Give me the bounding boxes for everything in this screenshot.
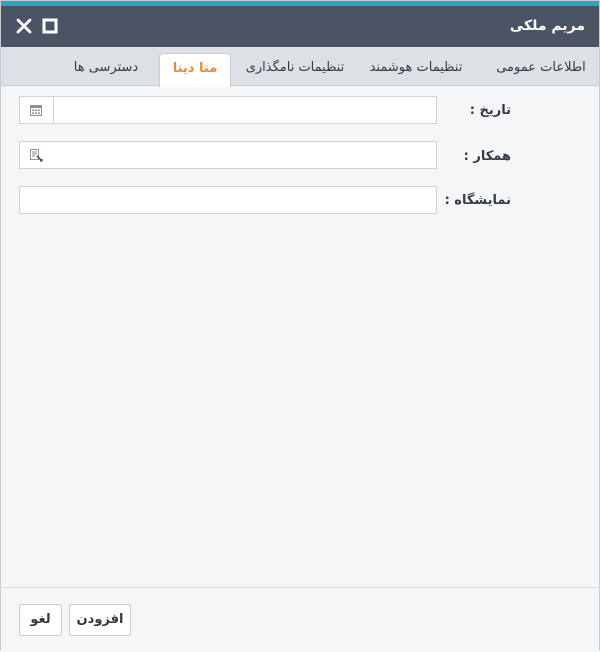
colleague-lookup-button[interactable] <box>20 142 50 168</box>
date-label: تاریخ : <box>469 103 511 118</box>
dialog-footer: افزودن لغو <box>1 587 599 652</box>
tab-smart-settings[interactable]: تنظیمات هوشمند <box>357 53 475 86</box>
exhibition-label: نمایشگاه : <box>444 193 511 208</box>
add-button[interactable]: افزودن <box>69 604 131 636</box>
close-button[interactable] <box>15 17 33 35</box>
title-bar: مریم ملکی <box>1 6 599 47</box>
exhibition-field[interactable] <box>19 186 437 214</box>
date-field[interactable] <box>19 96 437 124</box>
close-icon <box>16 18 32 34</box>
tab-bar: اطلاعات عمومی تنظیمات هوشمند تنظیمات نام… <box>1 47 599 87</box>
cancel-button[interactable]: لغو <box>19 604 62 636</box>
dialog-window: مریم ملکی اطلاعات عمومی تنظیمات هوشمند ت… <box>0 0 600 652</box>
date-picker-button[interactable] <box>20 97 54 123</box>
tab-naming-settings[interactable]: تنظیمات نامگذاری <box>243 53 347 86</box>
maximize-icon <box>42 18 58 34</box>
calendar-icon <box>30 105 42 116</box>
tab-access[interactable]: دسترسی ها <box>65 53 147 86</box>
colleague-field[interactable] <box>19 141 437 169</box>
maximize-button[interactable] <box>41 17 59 35</box>
window-title: مریم ملکی <box>509 18 585 34</box>
tab-metadata[interactable]: متا دیتا <box>159 53 231 87</box>
lookup-icon <box>30 149 43 162</box>
tab-general-info[interactable]: اطلاعات عمومی <box>489 53 593 86</box>
colleague-label: همکار : <box>463 149 511 164</box>
